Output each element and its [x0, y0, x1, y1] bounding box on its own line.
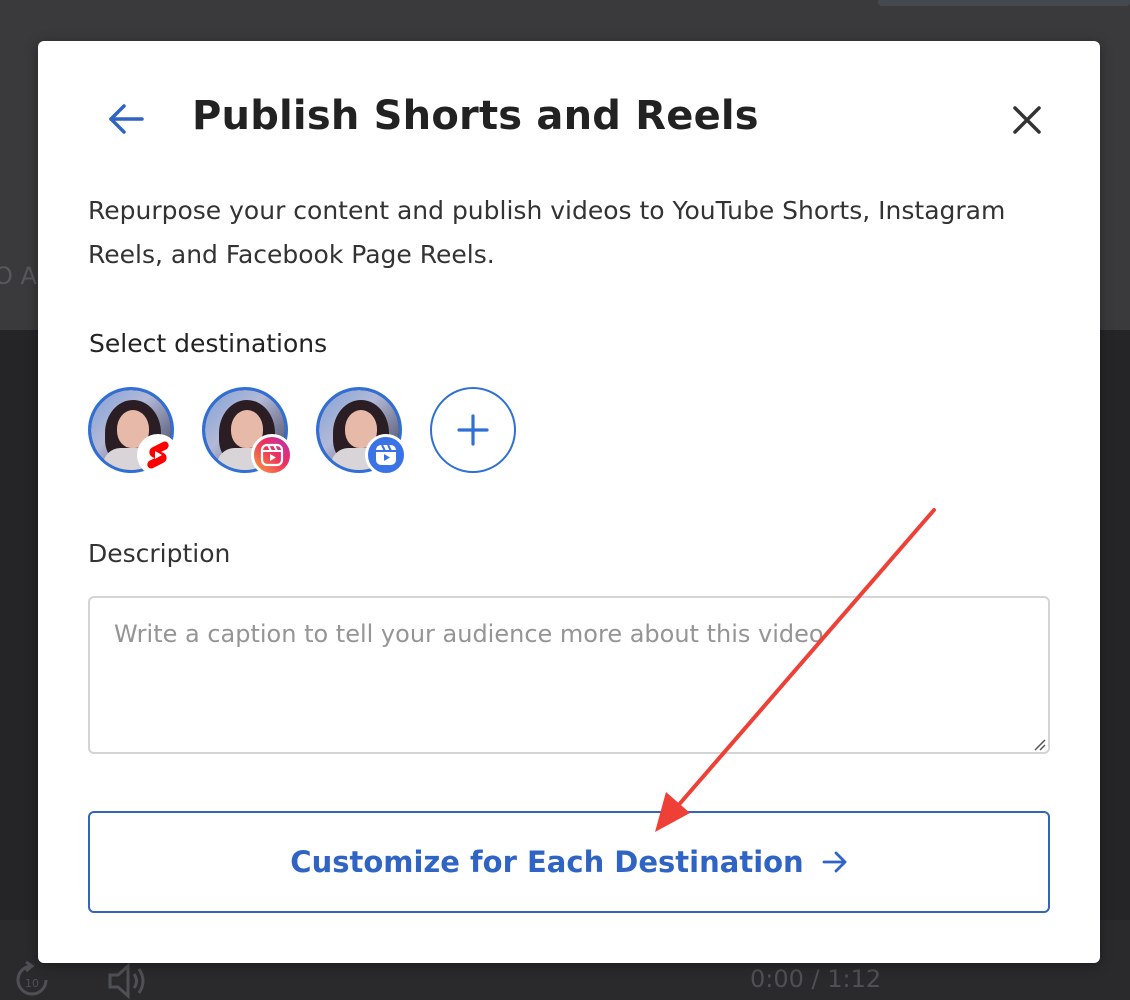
modal-intro-text: Repurpose your content and publish video… [88, 196, 1006, 269]
player-time: 0:00 / 1:12 [750, 965, 882, 993]
select-destinations-label: Select destinations [89, 329, 328, 358]
publish-modal: Publish Shorts and Reels Repurpose your … [38, 41, 1100, 963]
plus-icon [457, 414, 489, 446]
close-icon [1013, 106, 1041, 134]
instagram-reels-icon [251, 434, 293, 476]
customize-button-label: Customize for Each Destination [290, 845, 804, 879]
svg-text:10: 10 [25, 977, 39, 990]
description-input[interactable] [88, 596, 1050, 754]
rewind-icon: 10 [12, 960, 52, 1000]
background-topbar-button [878, 0, 1130, 6]
arrow-right-icon [822, 851, 847, 873]
destination-instagram-reels[interactable] [202, 387, 293, 476]
destination-facebook-reels[interactable] [316, 387, 407, 476]
description-label: Description [88, 539, 231, 568]
add-destination-button[interactable] [430, 387, 516, 473]
destination-youtube-shorts[interactable] [88, 387, 179, 476]
volume-icon [106, 962, 150, 1000]
facebook-reels-icon [365, 434, 407, 476]
arrow-left-icon [109, 104, 144, 134]
youtube-shorts-icon [137, 434, 179, 476]
resize-handle-icon[interactable] [1032, 737, 1046, 751]
back-button[interactable] [104, 97, 148, 141]
modal-title: Publish Shorts and Reels [192, 93, 759, 139]
close-button[interactable] [1004, 97, 1050, 143]
customize-each-destination-button[interactable]: Customize for Each Destination [88, 811, 1050, 913]
destination-list [88, 387, 516, 476]
